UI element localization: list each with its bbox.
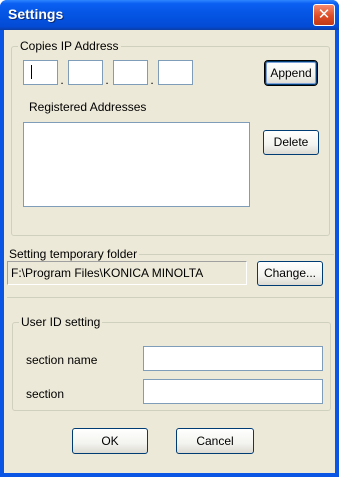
ip-octet-3-input[interactable] (113, 60, 148, 85)
close-button[interactable]: ✕ (313, 4, 335, 26)
registered-addresses-label: Registered Addresses (29, 100, 147, 114)
ip-octet-2-input[interactable] (68, 60, 103, 85)
ip-octet-1-input[interactable] (23, 60, 58, 85)
cancel-button-label: Cancel (196, 434, 234, 448)
temporary-folder-label: Setting temporary folder (7, 247, 140, 261)
ok-button-label: OK (101, 434, 119, 448)
copies-ip-address-label: Copies IP Address (18, 39, 121, 53)
user-id-setting-label: User ID setting (19, 315, 103, 329)
close-icon: ✕ (317, 6, 331, 23)
delete-button[interactable]: Delete (263, 130, 319, 155)
section-name-label: section name (26, 353, 98, 367)
text-caret (31, 65, 32, 79)
ip-separator-dot: . (105, 73, 109, 87)
append-button[interactable]: Append (264, 60, 318, 86)
change-folder-button-label: Change... (263, 266, 317, 280)
dialog-body: Copies IP Address . . . Append Registere… (4, 30, 335, 473)
section-label: section (26, 387, 65, 401)
registered-addresses-list[interactable] (23, 122, 250, 207)
temporary-folder-group: Setting temporary folder F:\Program File… (7, 247, 334, 298)
cancel-button[interactable]: Cancel (176, 428, 254, 454)
title-bar[interactable]: Settings ✕ (0, 0, 339, 30)
settings-dialog: Settings ✕ Copies IP Address . . . Appen… (0, 0, 339, 477)
temporary-folder-path: F:\Program Files\KONICA MINOLTA (7, 261, 247, 285)
ip-separator-dot: . (60, 73, 64, 87)
section-input[interactable] (143, 379, 323, 404)
ip-octet-4-input[interactable] (158, 60, 193, 85)
window-title: Settings (8, 6, 64, 22)
ip-separator-dot: . (150, 73, 154, 87)
delete-button-label: Delete (273, 135, 309, 149)
section-name-input[interactable] (143, 346, 323, 371)
ok-button[interactable]: OK (72, 428, 148, 454)
append-button-label: Append (270, 66, 312, 80)
copies-ip-address-group: Copies IP Address . . . Append Registere… (11, 39, 330, 236)
change-folder-button[interactable]: Change... (257, 261, 323, 286)
user-id-setting-group: User ID setting section name section (12, 315, 331, 411)
